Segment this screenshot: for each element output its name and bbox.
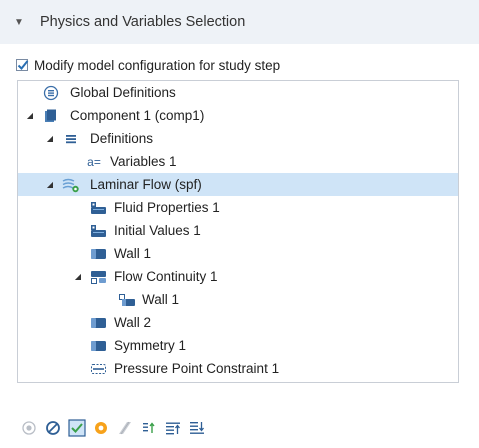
expander-triangle-icon[interactable]: ◢ <box>73 272 83 282</box>
expander-triangle-icon[interactable]: ◢ <box>45 180 55 190</box>
tree-node-label: Symmetry 1 <box>114 338 187 353</box>
tree-node-flow-continuity[interactable]: ◢ Flow Continuity 1 <box>18 265 458 288</box>
pressure-point-icon <box>90 361 108 377</box>
symmetry-icon <box>90 338 108 354</box>
tree-node-label: Wall 2 <box>114 315 152 330</box>
section-title: Physics and Variables Selection <box>40 14 246 30</box>
tree-node-laminar-flow[interactable]: ◢ Laminar Flow (spf) <box>18 173 458 196</box>
tree-node-label: Flow Continuity 1 <box>114 269 218 284</box>
list-up-icon[interactable] <box>164 419 182 437</box>
laminar-flow-icon <box>62 177 80 193</box>
tree-node-label: Wall 1 <box>142 292 180 307</box>
checkmark-icon <box>17 60 29 70</box>
fluid-properties-icon <box>90 200 108 216</box>
tree-node-label: Variables 1 <box>110 154 177 169</box>
triangle-down-icon[interactable]: ▼ <box>14 17 28 28</box>
expander-triangle-icon[interactable]: ◢ <box>45 134 55 144</box>
tree-node-flow-continuity-wall-1[interactable]: Wall 1 <box>18 288 458 311</box>
tree-node-symmetry[interactable]: Symmetry 1 <box>18 334 458 357</box>
component-icon <box>42 108 60 124</box>
tree-node-label: Global Definitions <box>70 85 176 100</box>
tree-toolbar <box>20 418 212 438</box>
orange-dot-icon[interactable] <box>92 419 110 437</box>
modify-config-checkbox[interactable] <box>16 59 29 71</box>
modify-config-checkbox-row[interactable]: Modify model configuration for study ste… <box>16 56 280 74</box>
wall-sub-icon <box>118 292 136 308</box>
modify-config-label: Modify model configuration for study ste… <box>34 57 281 73</box>
radio-dot-icon[interactable] <box>20 419 38 437</box>
tree-node-initial-values[interactable]: Initial Values 1 <box>18 219 458 242</box>
tree-node-label: Component 1 (comp1) <box>70 108 205 123</box>
tree-node-label: Definitions <box>90 131 154 146</box>
flow-continuity-icon <box>90 269 108 285</box>
load-list-icon[interactable] <box>140 419 158 437</box>
tree-node-global-definitions[interactable]: Global Definitions <box>18 81 458 104</box>
section-header-physics-variables[interactable]: ▼ Physics and Variables Selection <box>0 0 479 44</box>
circle-slash-icon[interactable] <box>44 419 62 437</box>
global-definitions-icon <box>42 85 60 101</box>
tree-node-label: Laminar Flow (spf) <box>90 177 202 192</box>
wall-icon <box>90 315 108 331</box>
tree-node-label: Fluid Properties 1 <box>114 200 220 215</box>
tree-node-definitions[interactable]: ◢ Definitions <box>18 127 458 150</box>
tree-node-label: Wall 1 <box>114 246 152 261</box>
expander-triangle-icon[interactable]: ◢ <box>25 111 35 121</box>
variables-icon: a= <box>87 154 101 169</box>
tree-node-pressure-point-constraint[interactable]: Pressure Point Constraint 1 <box>18 357 458 380</box>
tree-node-label: Initial Values 1 <box>114 223 201 238</box>
initial-values-icon <box>90 223 108 239</box>
tree-node-wall-2[interactable]: Wall 2 <box>18 311 458 334</box>
list-down-icon[interactable] <box>188 419 206 437</box>
tree-node-variables[interactable]: a= Variables 1 <box>18 150 458 173</box>
wall-icon <box>90 246 108 262</box>
tree-node-wall-1[interactable]: Wall 1 <box>18 242 458 265</box>
diagonal-hatch-icon[interactable] <box>116 419 134 437</box>
model-tree[interactable]: Global Definitions ◢ Component 1 (comp1)… <box>17 80 459 383</box>
checkbox-checked-icon[interactable] <box>68 419 86 437</box>
tree-node-fluid-properties[interactable]: Fluid Properties 1 <box>18 196 458 219</box>
tree-node-component[interactable]: ◢ Component 1 (comp1) <box>18 104 458 127</box>
tree-node-label: Pressure Point Constraint 1 <box>114 361 280 376</box>
definitions-icon <box>62 131 80 147</box>
